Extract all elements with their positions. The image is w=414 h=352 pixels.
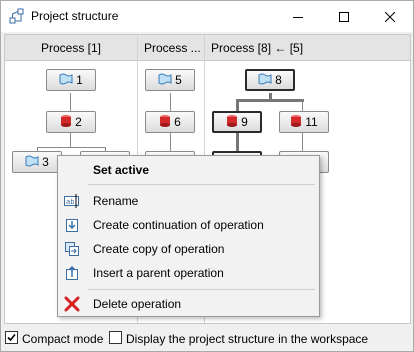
menu-separator [88,289,315,290]
flag-icon [25,155,39,170]
operation-node[interactable]: 11 [279,111,329,133]
maximize-button[interactable] [321,1,367,32]
title-bar: Project structure [1,1,413,32]
column-header[interactable]: Process [8] ← [5] [205,35,410,61]
close-button[interactable] [367,1,413,32]
svg-text:ab: ab [66,198,74,206]
menu-separator [88,184,315,185]
operation-node[interactable]: 1 [46,69,96,91]
rename-icon: ab [64,193,80,209]
delete-icon [64,296,80,312]
operation-node[interactable]: 3 [12,151,62,173]
project-structure-window: Project structure Process [1] 1 2 3 Proc… [0,0,414,352]
insert-parent-icon [64,265,80,281]
cylinder-icon [159,114,171,131]
operation-context-menu: Set active ab Rename Create continuation… [57,155,320,317]
minimize-button[interactable] [275,1,321,32]
copy-operation-icon [64,241,80,257]
menu-item-rename[interactable]: ab Rename [60,190,317,212]
display-structure-checkbox[interactable] [109,331,122,344]
footer-bar: Compact mode Display the project structu… [1,325,413,351]
operation-node[interactable]: 6 [145,111,195,133]
flag-icon [158,73,172,88]
menu-item-insert-parent[interactable]: Insert a parent operation [60,262,317,284]
display-structure-label[interactable]: Display the project structure in the wor… [126,332,368,346]
operation-node[interactable]: 2 [46,111,96,133]
operation-node[interactable]: 5 [145,69,195,91]
compact-mode-checkbox[interactable] [5,331,18,344]
flag-icon [258,73,272,88]
project-structure-icon [9,8,25,24]
menu-item-create-copy[interactable]: Create copy of operation [60,238,317,260]
compact-mode-label[interactable]: Compact mode [22,332,103,346]
menu-item-delete[interactable]: Delete operation [60,293,317,315]
cylinder-icon [60,114,72,131]
window-title: Project structure [31,9,119,23]
column-header[interactable]: Process [1] [5,35,137,61]
flag-icon [59,73,73,88]
cylinder-icon [226,114,238,131]
checkmark-icon [7,333,16,342]
operation-node-selected[interactable]: 9 [212,111,262,133]
cylinder-icon [290,114,302,131]
operation-node-selected[interactable]: 8 [245,69,295,91]
column-header[interactable]: Process ... [138,35,204,61]
menu-item-set-active[interactable]: Set active [60,159,317,181]
continuation-icon [64,217,80,233]
menu-item-create-continuation[interactable]: Create continuation of operation [60,214,317,236]
